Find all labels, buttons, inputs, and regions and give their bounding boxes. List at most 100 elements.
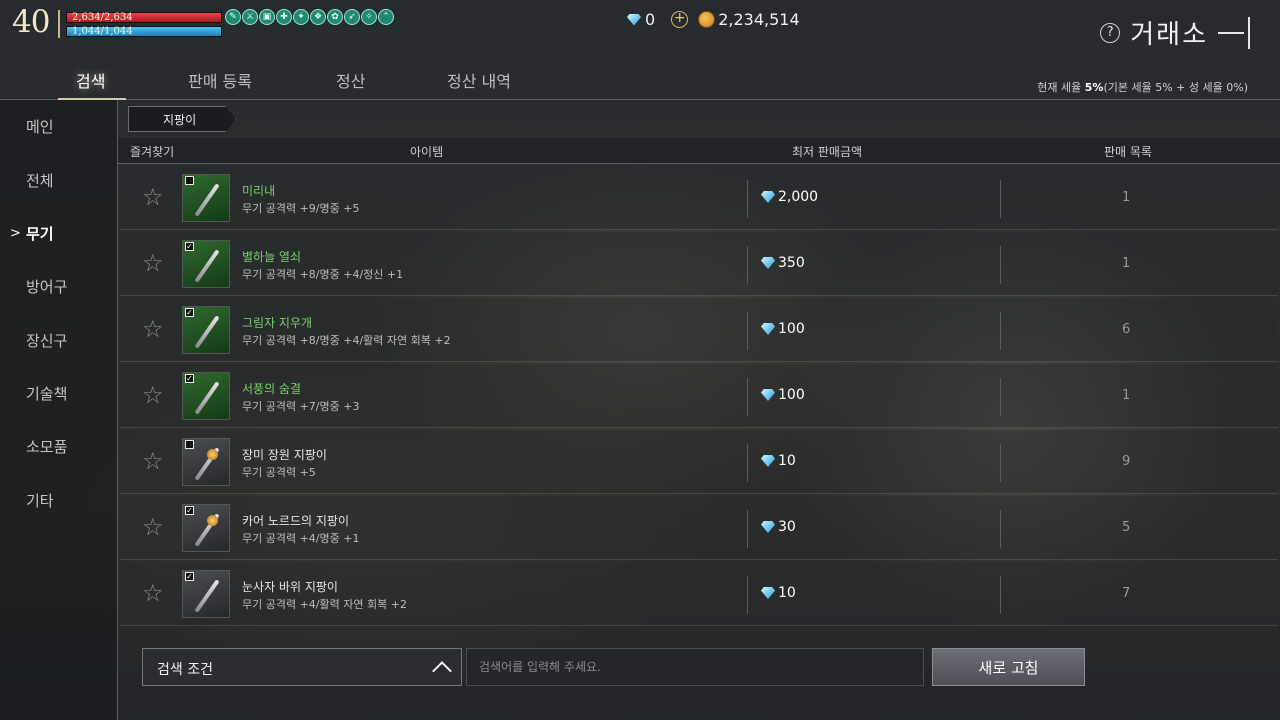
buff-icon[interactable]: ⚔ — [242, 9, 258, 25]
table-row[interactable]: ☆ ✓ 서풍의 숨결무기 공격력 +7/명중 +3 100 1 — [120, 364, 1278, 428]
checked-box-icon: ✓ — [185, 308, 194, 317]
favorite-star-icon[interactable]: ☆ — [142, 317, 164, 341]
column-divider — [1000, 576, 1001, 614]
item-stats: 무기 공격력 +8/명중 +4/활력 자연 회복 +2 — [242, 334, 451, 347]
item-stats: 무기 공격력 +7/명중 +3 — [242, 400, 360, 413]
item-name: 그림자 지우개 — [242, 316, 313, 330]
buff-icon[interactable]: ✿ — [327, 9, 343, 25]
item-stats: 무기 공격력 +5 — [242, 466, 316, 479]
item-staff-icon[interactable]: ✓ — [182, 504, 230, 552]
search-input[interactable] — [466, 648, 924, 686]
column-divider — [1000, 444, 1001, 482]
price-value: 10 — [778, 453, 796, 469]
gold-count: 2,234,514 — [718, 10, 800, 29]
tab-settlement-history[interactable]: 정산 내역 — [447, 68, 511, 92]
table-row[interactable]: ☆ ✓ 카어 노르드의 지팡이 무기 공격력 +4/명중 +1 30 5 — [120, 496, 1278, 560]
table-row[interactable]: ☆ ✓ 눈사자 바위 지팡이 무기 공격력 +4/활력 자연 회복 +2 10 7 — [120, 562, 1278, 626]
search-condition-label: 검색 조건 — [157, 662, 213, 678]
table-row[interactable]: ☆ 미리내 무기 공격력 +9/명중 +5 2,000 1 — [120, 166, 1278, 230]
table-row[interactable]: ☆ 장미 장원 지팡이 무기 공격력 +5 10 9 — [120, 430, 1278, 494]
staff-gem — [207, 515, 218, 526]
buff-icon[interactable]: ✚ — [276, 9, 292, 25]
buff-icon[interactable]: ✦ — [293, 9, 309, 25]
listing-count: 6 — [1122, 322, 1131, 337]
item-name: 장미 장원 지팡이 — [242, 448, 327, 462]
category-sidebar: 메인 전체 > 무기 방어구 장신구 기술책 소모품 기타 — [0, 100, 118, 720]
checked-box-icon: ✓ — [185, 374, 194, 383]
column-divider — [747, 510, 748, 548]
close-ornament-icon[interactable] — [1214, 16, 1250, 49]
column-divider — [1000, 246, 1001, 284]
table-row[interactable]: ☆ ✓ 그림자 지우개 무기 공격력 +8/명중 +4/활력 자연 회복 +2 100 6 — [120, 298, 1278, 362]
favorite-star-icon[interactable]: ☆ — [142, 515, 164, 539]
staff-gem — [207, 449, 218, 460]
diamond-icon — [760, 520, 776, 534]
staff-shaft — [194, 381, 220, 415]
buff-icon[interactable]: ❖ — [310, 9, 326, 25]
page-title: 거래소 — [1130, 20, 1208, 50]
table-header: 즐겨찾기 아이템 최저 판매금액 판매 목록 — [118, 138, 1280, 164]
tab-search[interactable]: 검색 — [76, 68, 105, 92]
chevron-right-icon: > — [10, 226, 21, 241]
favorite-star-icon[interactable]: ☆ — [142, 251, 164, 275]
diamond-icon — [626, 13, 642, 27]
buff-icon[interactable]: ⌃ — [378, 9, 394, 25]
staff-shaft — [194, 579, 220, 613]
column-divider — [747, 444, 748, 482]
sidebar-item-etc[interactable]: 기타 — [26, 490, 54, 511]
item-name: 눈사자 바위 지팡이 — [242, 580, 338, 594]
listing-count: 1 — [1122, 388, 1131, 403]
tab-register-sale[interactable]: 판매 등록 — [188, 68, 252, 92]
diamond-icon — [760, 322, 776, 336]
sidebar-item-weapon[interactable]: 무기 — [26, 223, 54, 244]
favorite-star-icon[interactable]: ☆ — [142, 185, 164, 209]
buff-icon[interactable]: ✧ — [361, 9, 377, 25]
price-value: 30 — [778, 519, 796, 535]
refresh-button[interactable]: 새로 고침 — [932, 648, 1085, 686]
item-staff-icon[interactable]: ✓ — [182, 306, 230, 354]
favorite-star-icon[interactable]: ☆ — [142, 383, 164, 407]
sidebar-item-armor[interactable]: 방어구 — [26, 276, 67, 297]
sidebar-item-accessory[interactable]: 장신구 — [26, 330, 67, 351]
tab-settlement[interactable]: 정산 — [336, 68, 365, 92]
favorite-star-icon[interactable]: ☆ — [142, 449, 164, 473]
breadcrumb[interactable]: 지팡이 — [128, 106, 236, 132]
checked-box-icon: ✓ — [185, 506, 194, 515]
table-row[interactable]: ☆ ✓ 별하늘 열쇠 무기 공격력 +8/명중 +4/정신 +1 350 1 — [120, 232, 1278, 296]
item-staff-icon[interactable] — [182, 174, 230, 222]
column-divider — [747, 576, 748, 614]
main-tabs: 검색 판매 등록 정산 정산 내역 현재 세율 5%(기본 세율 5% + 성 … — [0, 60, 1280, 100]
favorite-star-icon[interactable]: ☆ — [142, 581, 164, 605]
help-icon[interactable]: ? — [1100, 22, 1121, 43]
search-condition-dropdown[interactable]: 검색 조건 — [142, 648, 462, 686]
currency-display: 0 + 2,234,514 — [626, 10, 800, 29]
add-currency-button[interactable]: + — [671, 11, 689, 28]
buff-icon[interactable]: ➶ — [344, 9, 360, 25]
header-favorite: 즐겨찾기 — [130, 145, 175, 159]
diamond-icon — [760, 586, 776, 600]
sidebar-item-all[interactable]: 전체 — [26, 170, 54, 191]
buff-icon[interactable]: ✎ — [225, 9, 241, 25]
sidebar-item-consumable[interactable]: 소모품 — [26, 436, 67, 457]
item-name: 카어 노르드의 지팡이 — [242, 514, 349, 528]
column-divider — [747, 246, 748, 284]
lowest-price: 100 — [760, 387, 805, 403]
player-level: 40 — [12, 4, 50, 40]
item-staff-icon[interactable]: ✓ — [182, 372, 230, 420]
column-divider — [747, 312, 748, 350]
item-stats: 무기 공격력 +8/명중 +4/정신 +1 — [242, 268, 404, 281]
header-lowest-price: 최저 판매금액 — [792, 145, 863, 159]
active-tab-indicator — [58, 90, 126, 100]
price-value: 10 — [778, 585, 796, 601]
item-staff-icon[interactable]: ✓ — [182, 240, 230, 288]
sidebar-item-main[interactable]: 메인 — [26, 116, 54, 137]
buff-icon[interactable]: ▣ — [259, 9, 275, 25]
staff-shaft — [194, 183, 220, 217]
checked-box-icon: ✓ — [185, 572, 194, 581]
lowest-price: 350 — [760, 255, 805, 271]
tax-rate-info: 현재 세율 5%(기본 세율 5% + 성 세율 0%) — [1037, 79, 1248, 95]
item-staff-icon[interactable]: ✓ — [182, 570, 230, 618]
sidebar-item-skillbook[interactable]: 기술책 — [26, 383, 67, 404]
item-staff-icon[interactable] — [182, 438, 230, 486]
item-name: 서풍의 숨결 — [242, 382, 302, 396]
